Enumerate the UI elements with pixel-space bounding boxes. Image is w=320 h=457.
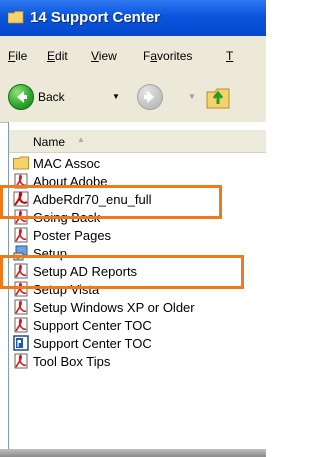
list-item[interactable]: Tool Box Tips bbox=[9, 352, 259, 370]
highlight-box-setup bbox=[0, 255, 244, 289]
list-item-label: Tool Box Tips bbox=[33, 354, 111, 369]
highlight-box-installer bbox=[0, 185, 222, 219]
list-item[interactable]: Setup Windows XP or Older bbox=[9, 298, 259, 316]
forward-arrow-icon bbox=[144, 91, 154, 103]
list-item-label: Support Center TOC bbox=[33, 336, 152, 351]
pdf-icon bbox=[14, 299, 28, 315]
list-item-label: Setup Windows XP or Older bbox=[33, 300, 195, 315]
window-title: 14 Support Center bbox=[30, 9, 161, 26]
back-label: Back bbox=[38, 90, 65, 104]
pdf-icon bbox=[14, 227, 28, 243]
publisher-icon bbox=[13, 335, 29, 351]
column-header-name[interactable]: Name ▲ bbox=[9, 130, 266, 153]
pdf-icon bbox=[14, 353, 28, 369]
list-item[interactable]: Support Center TOC bbox=[9, 316, 259, 334]
menu-view[interactable]: View bbox=[91, 49, 117, 63]
pdf-icon bbox=[14, 317, 28, 333]
forward-dropdown-icon[interactable]: ▼ bbox=[188, 92, 196, 101]
menu-favorites[interactable]: Favorites bbox=[143, 49, 192, 63]
forward-button[interactable] bbox=[137, 84, 163, 110]
list-item-label: Poster Pages bbox=[33, 228, 112, 243]
folder-icon bbox=[8, 11, 24, 24]
list-item[interactable]: MAC Assoc bbox=[9, 154, 259, 172]
folder-icon bbox=[13, 156, 29, 170]
title-bar[interactable]: 14 Support Center bbox=[0, 0, 266, 36]
list-item-label: Support Center TOC bbox=[33, 318, 152, 333]
list-item[interactable]: Poster Pages bbox=[9, 226, 259, 244]
menu-bar: File Edit View Favorites T bbox=[0, 36, 266, 73]
back-dropdown-icon[interactable]: ▼ bbox=[112, 92, 120, 101]
sort-ascending-icon: ▲ bbox=[77, 135, 85, 144]
menu-tools[interactable]: T bbox=[226, 49, 233, 63]
explorer-window: 14 Support Center File Edit View Favorit… bbox=[0, 0, 266, 457]
menu-file[interactable]: File bbox=[8, 49, 27, 63]
bottom-edge bbox=[0, 449, 266, 457]
file-list: Name ▲ MAC Assoc About Adobe AdbeRdr70_e… bbox=[8, 122, 266, 457]
back-arrow-icon bbox=[8, 84, 34, 110]
list-item-label: MAC Assoc bbox=[33, 156, 101, 171]
menu-edit[interactable]: Edit bbox=[47, 49, 68, 63]
column-header-label: Name bbox=[33, 135, 66, 149]
up-folder-icon[interactable] bbox=[205, 84, 231, 110]
list-item[interactable]: Support Center TOC bbox=[9, 334, 259, 352]
